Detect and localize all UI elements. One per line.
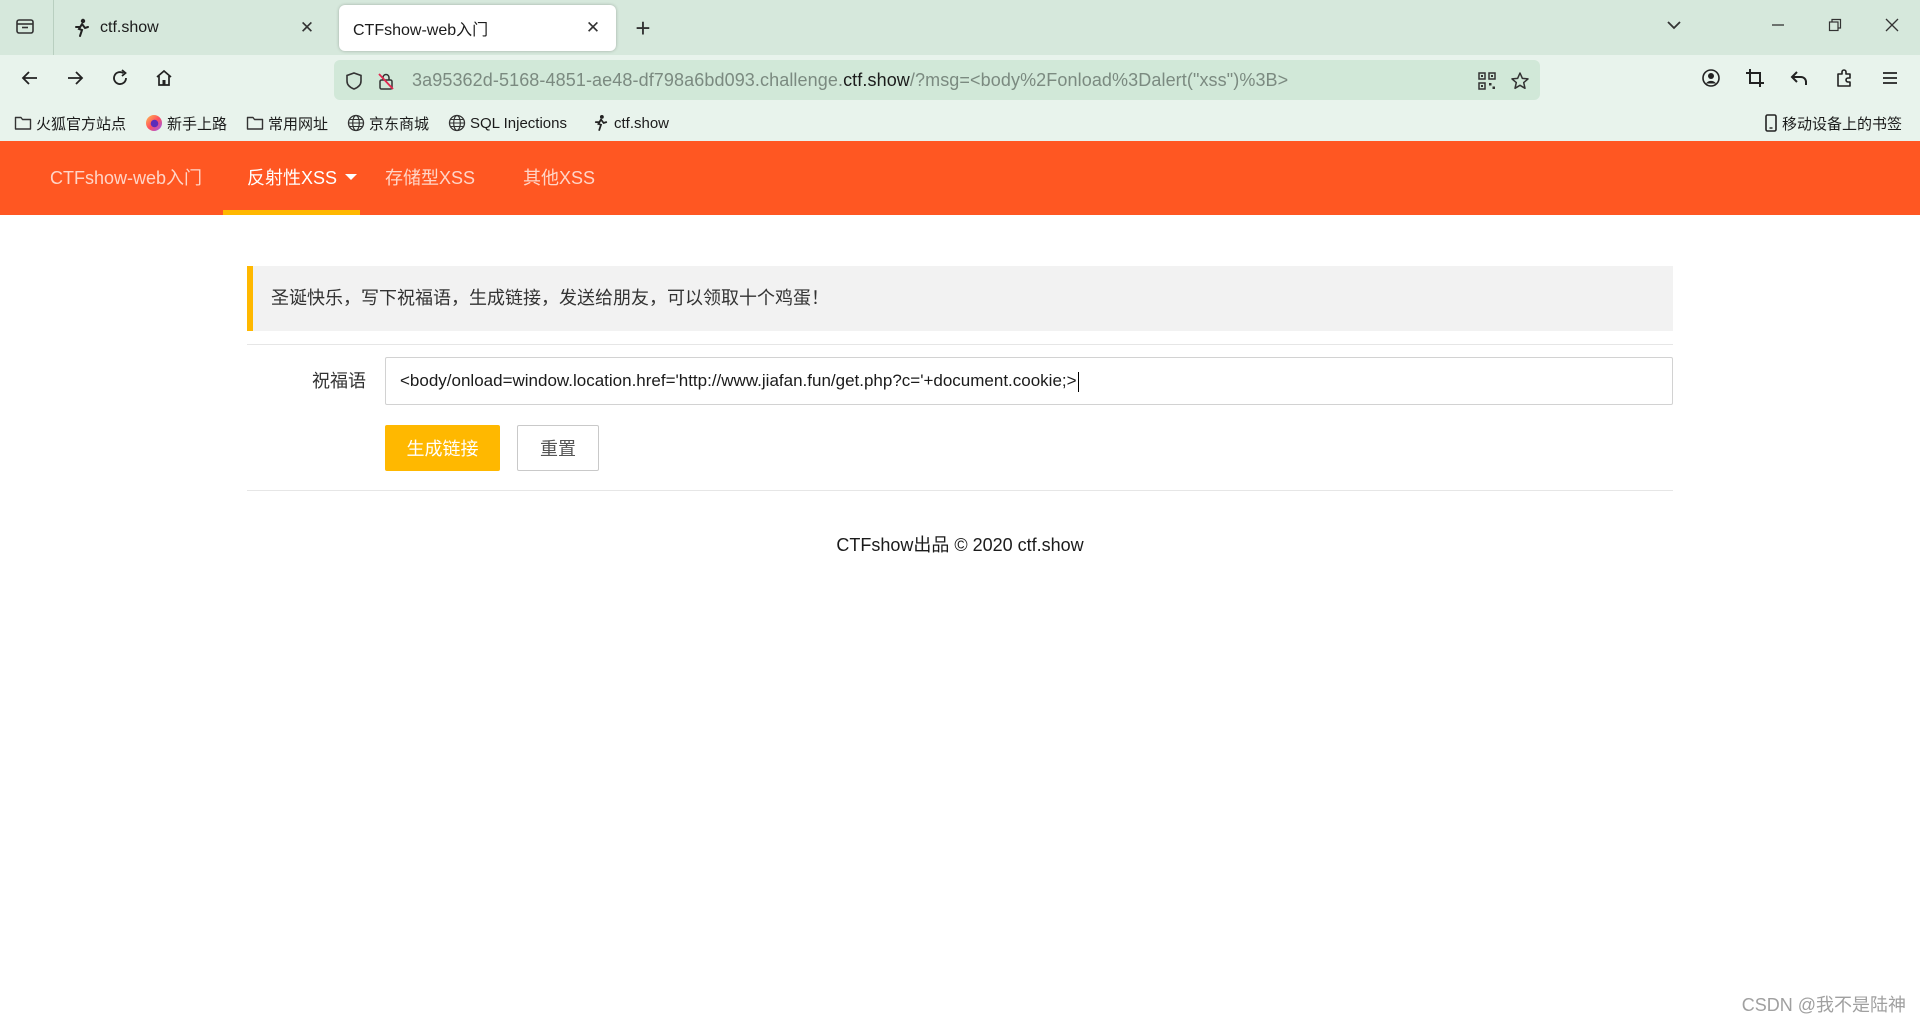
window-close-button[interactable] (1872, 8, 1912, 46)
divider (247, 490, 1673, 491)
bookmark-item[interactable]: SQL Injections (448, 112, 567, 134)
nav-active-indicator (223, 210, 360, 215)
bookmark-label: 常用网址 (268, 115, 329, 133)
bookmark-label: 移动设备上的书签 (1782, 115, 1903, 133)
nav-toolbar: 3a95362d-5168-4851-ae48-df798a6bd093.cha… (0, 55, 1920, 105)
reload-icon (110, 68, 130, 93)
account-button[interactable] (1693, 62, 1729, 98)
folder-icon (14, 114, 32, 132)
generate-link-button[interactable]: 生成链接 (385, 425, 500, 471)
bookmark-item[interactable]: 新手上路 (145, 112, 227, 134)
undo-button[interactable] (1781, 62, 1817, 98)
restore-button[interactable] (1815, 8, 1855, 46)
notice-box: 圣诞快乐，写下祝福语，生成链接，发送给朋友，可以领取十个鸡蛋！ (247, 266, 1673, 331)
runner-icon (72, 18, 92, 38)
home-icon (154, 68, 174, 93)
close-icon[interactable]: ✕ (296, 17, 318, 39)
tab-title: ctf.show (100, 19, 159, 36)
tab-divider (53, 0, 54, 55)
restore-icon (1828, 18, 1842, 37)
crop-icon (1745, 68, 1765, 93)
new-tab-button[interactable]: + (627, 12, 659, 44)
shield-icon[interactable] (342, 69, 366, 93)
list-all-tabs-button[interactable] (1654, 8, 1694, 46)
nav-item-web-intro[interactable]: CTFshow-web入门 (50, 141, 202, 215)
close-icon (1885, 18, 1899, 37)
caret-down-icon (345, 174, 358, 181)
chevron-down-icon (1665, 16, 1683, 39)
minimize-icon (1771, 18, 1785, 37)
tab-bar: ctf.show ✕ CTFshow-web入门 ✕ + (0, 0, 1920, 55)
extensions-button[interactable] (1826, 62, 1862, 98)
greeting-label: 祝福语 (312, 371, 366, 391)
tab-list-icon (15, 16, 35, 41)
divider (247, 344, 1673, 345)
tab-title: CTFshow-web入门 (353, 22, 489, 39)
close-icon[interactable]: ✕ (582, 17, 604, 39)
insecure-lock-icon[interactable] (374, 69, 398, 93)
screenshot-button[interactable] (1737, 62, 1773, 98)
mobile-bookmarks[interactable]: 移动设备上的书签 (1764, 112, 1902, 134)
folder-icon (246, 114, 264, 132)
nav-item-other-xss[interactable]: 其他XSS (523, 141, 595, 215)
tab-ctfshow[interactable]: ctf.show ✕ (58, 5, 330, 51)
globe-icon (347, 114, 365, 132)
bookmark-label: 新手上路 (167, 115, 228, 133)
bookmark-item[interactable]: 京东商城 (347, 112, 429, 134)
runner-icon (592, 114, 610, 132)
bookmark-label: 京东商城 (369, 115, 430, 133)
bookmark-item[interactable]: ctf.show (592, 112, 669, 134)
text-cursor (1077, 371, 1079, 392)
nav-item-stored-xss[interactable]: 存储型XSS (385, 141, 475, 215)
firefox-icon (145, 114, 163, 132)
greeting-input[interactable]: <body/onload=window.location.href='http:… (385, 357, 1673, 405)
url-text[interactable]: 3a95362d-5168-4851-ae48-df798a6bd093.cha… (412, 70, 1288, 91)
star-icon[interactable] (1508, 69, 1532, 93)
nav-item-reflected-xss[interactable]: 反射性XSS (247, 141, 358, 215)
mobile-device-icon (1764, 114, 1778, 132)
site-nav: CTFshow-web入门 反射性XSS 存储型XSS 其他XSS (0, 141, 1920, 215)
account-icon (1701, 68, 1721, 93)
minimize-button[interactable] (1758, 8, 1798, 46)
tab-ctfshow-web[interactable]: CTFshow-web入门 ✕ (339, 5, 616, 51)
tab-list-button[interactable] (6, 9, 44, 47)
menu-button[interactable] (1872, 62, 1908, 98)
reset-button[interactable]: 重置 (517, 425, 599, 471)
bookmark-label: 火狐官方站点 (36, 115, 127, 133)
plus-icon: + (635, 12, 651, 43)
reload-button[interactable] (102, 62, 138, 98)
url-bar[interactable]: 3a95362d-5168-4851-ae48-df798a6bd093.cha… (334, 60, 1540, 100)
page-content: CTFshow-web入门 反射性XSS 存储型XSS 其他XSS 圣诞快乐，写… (0, 141, 1920, 1021)
bookmark-label: ctf.show (614, 114, 670, 132)
home-button[interactable] (146, 62, 182, 98)
globe-icon (448, 114, 466, 132)
back-button[interactable] (12, 62, 48, 98)
arrow-left-icon (20, 68, 40, 93)
bookmark-item[interactable]: 火狐官方站点 (14, 112, 126, 134)
arrow-right-icon (65, 68, 85, 93)
bookmark-label: SQL Injections (470, 114, 567, 132)
bookmarks-bar: 火狐官方站点 新手上路 常用网址 京东商城 SQL Injections ctf… (0, 105, 1920, 141)
forward-button[interactable] (57, 62, 93, 98)
bookmark-item[interactable]: 常用网址 (246, 112, 328, 134)
undo-icon (1789, 68, 1809, 93)
watermark: CSDN @我不是陆神 (1741, 995, 1906, 1015)
qr-code-icon[interactable] (1475, 69, 1499, 93)
puzzle-icon (1834, 68, 1854, 93)
hamburger-icon (1880, 68, 1900, 93)
browser-window: ctf.show ✕ CTFshow-web入门 ✕ + 3a95362d-51… (0, 0, 1920, 1021)
footer-text: CTFshow出品 © 2020 ctf.show (836, 535, 1084, 555)
